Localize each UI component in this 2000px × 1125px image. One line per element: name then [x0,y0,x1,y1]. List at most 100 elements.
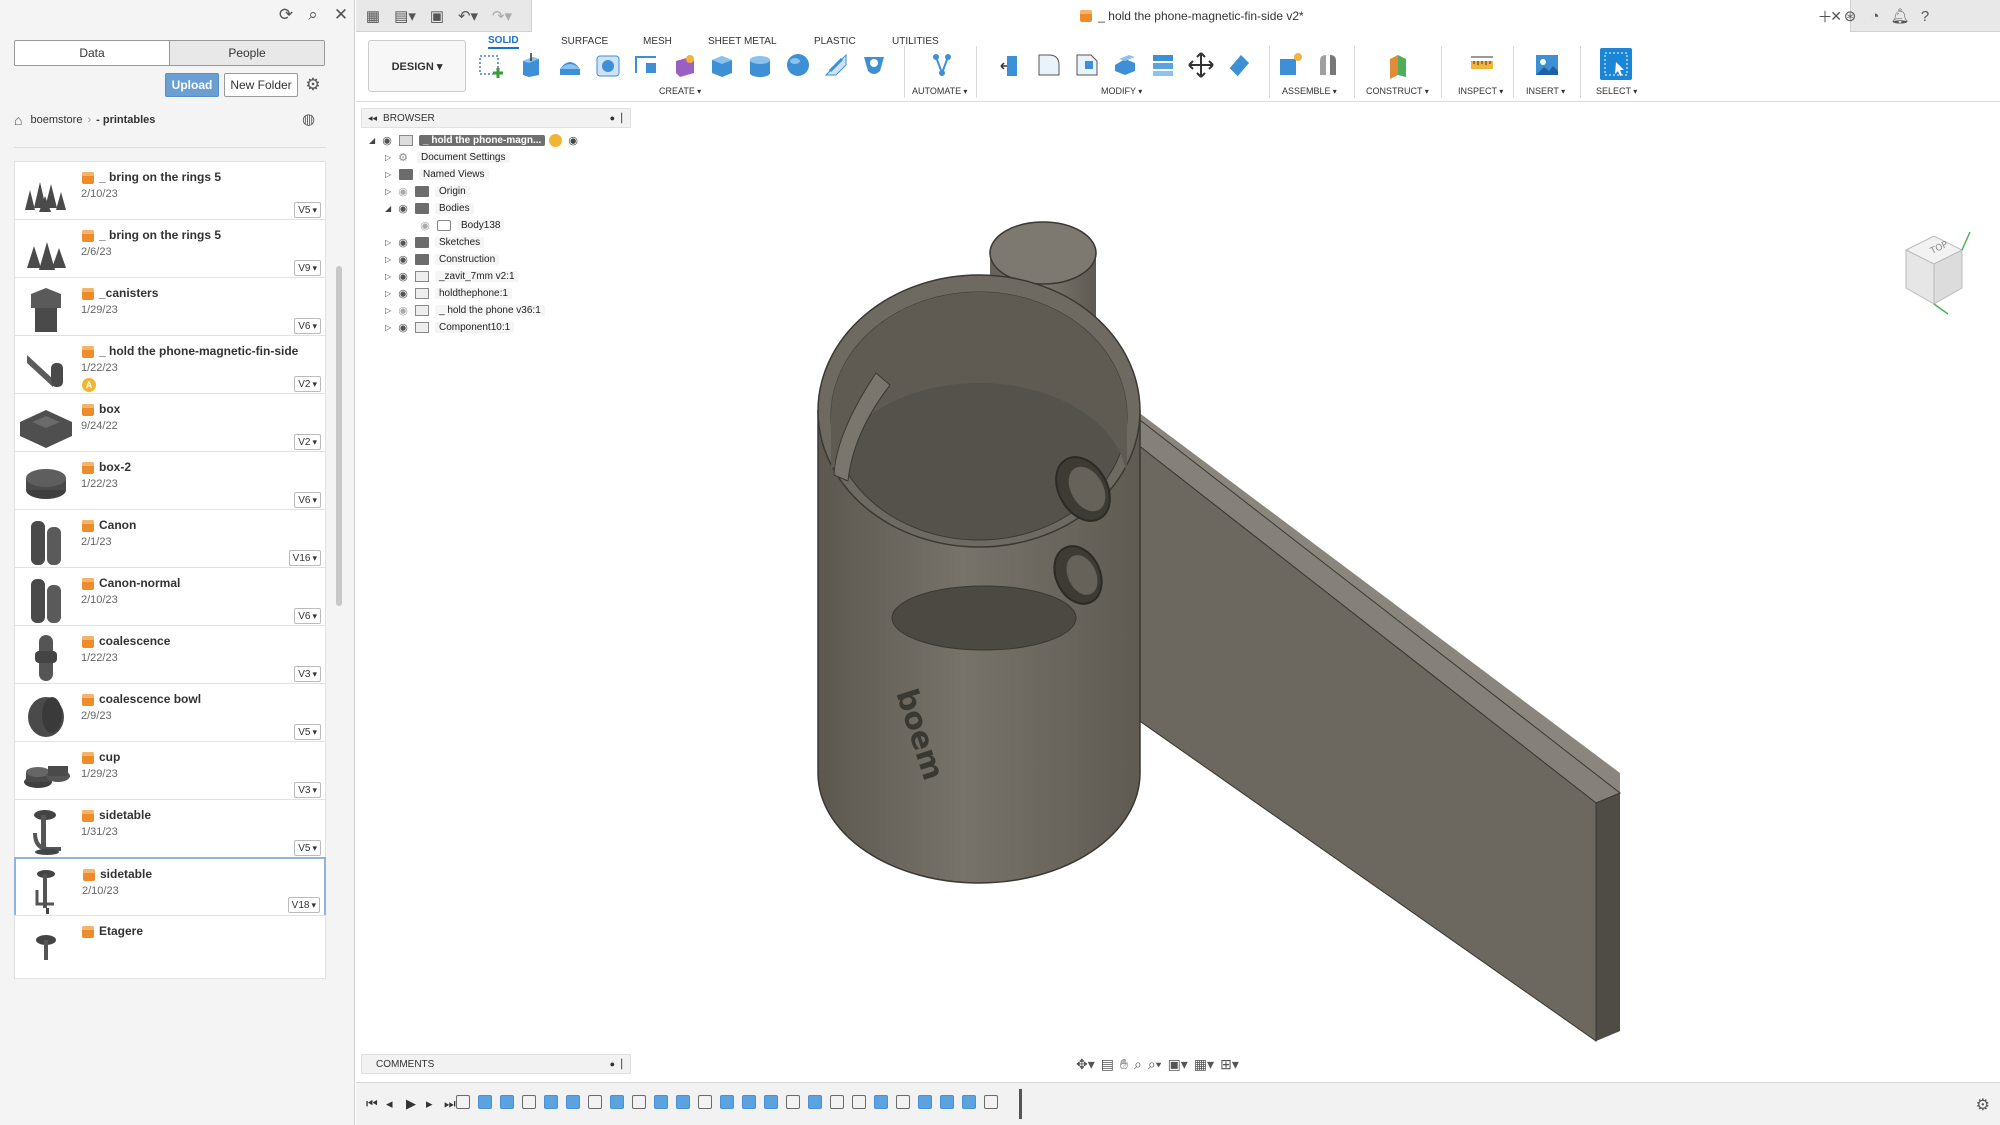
display-settings-icon[interactable]: ▣▾ [1168,1056,1188,1073]
go-to-end-icon[interactable]: ⏭ [444,1096,456,1112]
chevron-right-icon[interactable]: ▷ [385,323,395,332]
document-tab[interactable]: _ hold the phone-magnetic-fin-side v2* ✕ [531,0,1851,32]
measure-icon[interactable] [1468,50,1496,80]
insert-menu[interactable]: INSERT [1526,86,1565,96]
scrollbar[interactable] [336,266,342,606]
loft-icon[interactable] [632,50,660,80]
tab-people[interactable]: People [169,41,324,65]
timeline-feature-icon[interactable] [566,1095,580,1109]
home-icon[interactable]: ⌂ [14,112,22,128]
timeline-feature-icon[interactable] [588,1095,602,1109]
tree-item-body[interactable]: ◉ Body138 [417,217,505,234]
version-badge[interactable]: V2 [294,434,321,450]
version-badge[interactable]: V3 [294,666,321,682]
file-card[interactable]: _ hold the phone-magnetic-fin-side 1/22/… [14,335,326,399]
timeline-feature-icon[interactable] [764,1095,778,1109]
file-card[interactable]: box-2 1/22/23 V6 [14,451,326,515]
version-badge[interactable]: V5 [294,840,321,856]
sweep-icon[interactable] [594,50,622,80]
file-card[interactable]: _canisters 1/29/23 V6 [14,277,326,341]
timeline-feature-icon[interactable] [786,1095,800,1109]
file-card[interactable]: Canon-normal 2/10/23 V6 [14,567,326,631]
eye-off-icon[interactable]: ◉ [395,304,411,317]
go-to-start-icon[interactable]: ⏮ [366,1096,378,1112]
select-icon[interactable] [1600,48,1632,80]
file-card[interactable]: box 9/24/22 V2 [14,393,326,457]
timeline-feature-icon[interactable] [676,1095,690,1109]
tab-mesh[interactable]: MESH [643,33,672,49]
chevron-down-icon[interactable]: ◢ [385,204,395,213]
file-menu-icon[interactable]: ▤▾ [392,6,418,26]
tab-solid[interactable]: SOLID [488,33,519,49]
notification-bell-icon[interactable]: 🔔︎ [1890,6,1909,26]
revolve-icon[interactable] [556,50,584,80]
tree-root[interactable]: ◢ ◉ _ hold the phone-magn... ◉ [369,132,578,149]
chevron-right-icon[interactable]: ▷ [385,289,395,298]
chevron-right-icon[interactable]: ▷ [385,272,395,281]
rib-icon[interactable] [670,50,698,80]
tab-plastic[interactable]: PLASTIC [814,33,856,49]
cup-body[interactable]: boem [817,274,1141,884]
play-icon[interactable]: ▶ [406,1096,416,1112]
automate-icon[interactable] [928,50,956,80]
timeline-feature-icon[interactable] [478,1095,492,1109]
eye-icon[interactable]: ◉ [395,253,411,266]
create-menu[interactable]: CREATE [659,86,701,96]
extensions-icon[interactable]: ⊛ [1841,6,1859,26]
offset-plane-icon[interactable] [1384,50,1412,80]
pan-icon[interactable]: ✋︎ [1120,1056,1128,1073]
new-folder-button[interactable]: New Folder [224,73,298,97]
redo-icon[interactable]: ↷▾ [488,6,516,26]
assemble-menu[interactable]: ASSEMBLE [1282,86,1337,96]
chevron-right-icon[interactable]: ▷ [385,187,395,196]
extrude-icon[interactable] [517,50,545,80]
version-badge[interactable]: V5 [294,724,321,740]
timeline-feature-icon[interactable] [698,1095,712,1109]
file-card[interactable]: cup 1/29/23 V3 [14,741,326,805]
eye-icon[interactable]: ◉ [417,219,433,232]
coil-icon[interactable] [860,50,888,80]
file-card[interactable]: Canon 2/1/23 V16 [14,509,326,573]
timeline-feature-icon[interactable] [522,1095,536,1109]
box-icon[interactable] [708,50,736,80]
file-card[interactable]: _ bring on the rings 5 2/6/23 V9 [14,219,326,283]
timeline-feature-icon[interactable] [830,1095,844,1109]
step-forward-icon[interactable]: ▸ [426,1096,433,1112]
timeline-feature-icon[interactable] [610,1095,624,1109]
timeline-feature-icon[interactable] [940,1095,954,1109]
chevron-down-icon[interactable]: ◢ [369,136,379,145]
globe-icon[interactable]: ◍ [302,110,315,128]
chamfer-icon[interactable] [1073,50,1101,80]
version-badge[interactable]: V3 [294,782,321,798]
timeline-feature-icon[interactable] [632,1095,646,1109]
inspect-menu[interactable]: INSPECT [1458,86,1503,96]
file-card[interactable]: coalescence bowl 2/9/23 V5 [14,683,326,747]
shell-icon[interactable] [1111,50,1139,80]
eye-icon[interactable]: ◉ [395,202,411,215]
version-badge[interactable]: V6 [294,492,321,508]
chevron-right-icon[interactable]: ▷ [385,255,395,264]
file-card[interactable]: Etagere [14,915,326,979]
file-card[interactable]: sidetable 2/10/23 V18 [14,857,326,921]
tab-utilities[interactable]: UTILITIES [892,33,939,49]
workspace-switcher[interactable]: DESIGN ▾ [368,40,466,92]
tab-sheet-metal[interactable]: SHEET METAL [708,33,777,49]
upload-button[interactable]: Upload [165,73,219,97]
pin-icon[interactable]: ●▕ [610,1059,622,1070]
grid-icon[interactable]: ▦ [364,6,382,26]
timeline-feature-icon[interactable] [720,1095,734,1109]
timeline-feature-icon[interactable] [500,1095,514,1109]
tab-surface[interactable]: SURFACE [561,33,608,49]
eye-icon[interactable]: ◉ [395,321,411,334]
timeline-feature-icon[interactable] [742,1095,756,1109]
tree-item[interactable]: ▷ ◉ Component10:1 [385,319,515,336]
help-icon[interactable]: ? [1916,6,1934,26]
browser-header[interactable]: ◂◂ BROWSER ●▕ [361,108,631,128]
version-badge[interactable]: V16 [288,550,321,566]
viewports-icon[interactable]: ⊞▾ [1220,1056,1239,1073]
tree-item[interactable]: ◢ ◉ Bodies [385,200,474,217]
timeline-feature-icon[interactable] [808,1095,822,1109]
fillet-icon[interactable] [1035,50,1063,80]
file-card[interactable]: _ bring on the rings 5 2/10/23 V5 [14,161,326,225]
eye-icon[interactable]: ◉ [395,236,411,249]
